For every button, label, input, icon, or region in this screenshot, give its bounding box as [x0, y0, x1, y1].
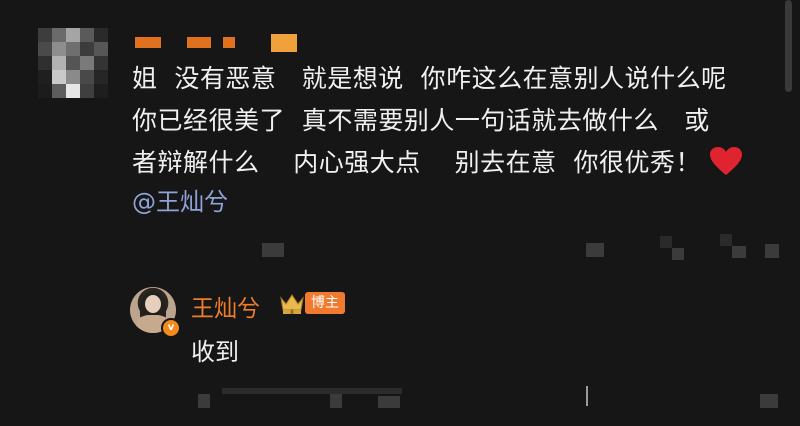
comment-line: 你已经很美了 真不需要别人一句话就去做什么 或 — [132, 106, 710, 135]
commenter-avatar[interactable] — [38, 28, 108, 98]
comment-body: 姐 没有恶意 就是想说 你咋这么在意别人说什么呢 你已经很美了 真不需要别人一句… — [132, 58, 782, 184]
svg-text:II: II — [290, 309, 294, 316]
commenter-name-obscured[interactable] — [135, 34, 305, 52]
blogger-badge: 博主 — [305, 292, 345, 314]
mention-link[interactable]: @王灿兮 — [132, 182, 228, 217]
comment-line: 姐 没有恶意 就是想说 你咋这么在意别人说什么呢 — [132, 64, 727, 93]
reply-author-name[interactable]: 王灿兮 — [191, 289, 260, 323]
comment-line: 者辩解什么 内心强大点 别去在意 你很优秀！ — [132, 142, 782, 184]
heart-icon — [709, 147, 742, 175]
verified-icon: v — [161, 318, 181, 338]
avatar-face — [145, 295, 161, 313]
comment-line-text: 者辩解什么 内心强大点 别去在意 你很优秀！ — [132, 148, 701, 177]
crown-icon: II — [280, 294, 304, 316]
scrollbar[interactable] — [785, 0, 792, 92]
reply-body: 收到 — [191, 338, 239, 366]
